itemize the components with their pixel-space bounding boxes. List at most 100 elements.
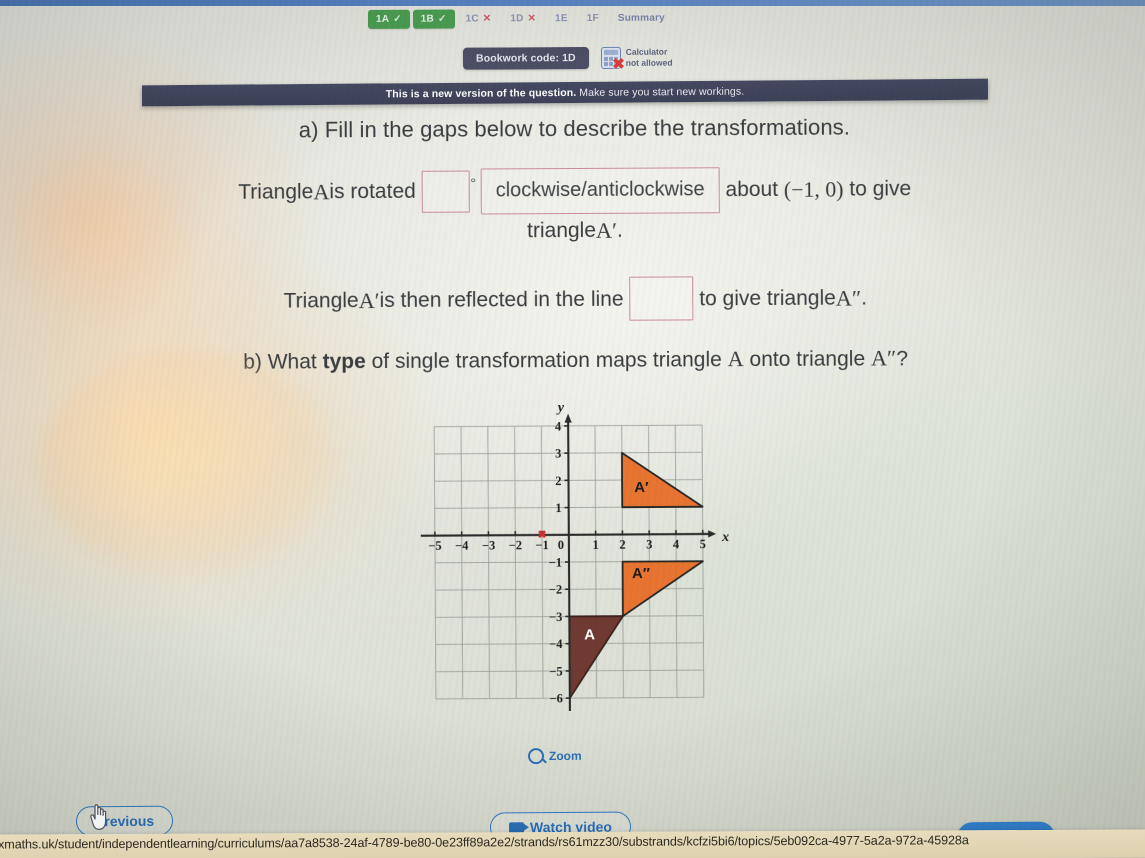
x-tick-label: −4 bbox=[455, 538, 469, 552]
x-tick-label: 5 bbox=[700, 537, 706, 551]
coordinate-grid-figure: −5 −4 −3 −2 −1 0 1 2 3 4 5 4 3 2 1 −1 −2 −3 −4 −5 −6 x y A A′ A″ ✖ bbox=[404, 402, 736, 722]
sentence1-mid: is rotated bbox=[329, 180, 416, 204]
triangle-a-ref: A bbox=[313, 179, 330, 205]
y-tick-label: 2 bbox=[555, 474, 561, 488]
part-b-bold: type bbox=[322, 350, 366, 374]
part-b-end: ? bbox=[896, 347, 909, 371]
calculator-icon: ✖ bbox=[600, 46, 625, 73]
x-tick-label: 3 bbox=[646, 537, 652, 551]
x-axis-label: x bbox=[721, 530, 729, 545]
y-tick-label: −3 bbox=[549, 610, 562, 624]
sentence1-line2-pre: triangle bbox=[527, 218, 597, 243]
previous-button[interactable]: Previous bbox=[75, 805, 174, 837]
tab-summary[interactable]: Summary bbox=[610, 8, 673, 27]
sentence1-about: about bbox=[725, 178, 779, 202]
bookwork-code-badge: Bookwork code: 1D bbox=[462, 47, 589, 70]
sentence1-end: to give bbox=[849, 177, 912, 201]
part-a-sentence-2: Triangle A′ is then reflected in the lin… bbox=[130, 275, 1020, 324]
y-tick-label: −2 bbox=[549, 583, 562, 597]
tab-summary-label: Summary bbox=[617, 12, 665, 24]
calculator-label-line2: not allowed bbox=[625, 57, 673, 68]
tab-1b[interactable]: 1B ✓ bbox=[412, 9, 455, 29]
tab-1c[interactable]: 1C ✕ bbox=[458, 9, 500, 28]
tab-1f[interactable]: 1F bbox=[579, 8, 607, 27]
mirror-line-input[interactable] bbox=[629, 276, 694, 322]
x-tick-label: 2 bbox=[619, 537, 625, 551]
marker-rotation-centre: ✖ bbox=[537, 529, 546, 541]
y-tick-label: −1 bbox=[549, 556, 562, 570]
rotation-degrees-input[interactable] bbox=[421, 170, 470, 213]
part-a-prompt: a) Fill in the gaps below to describe th… bbox=[298, 114, 851, 143]
banner-bold-text: This is a new version of the question. bbox=[385, 86, 577, 100]
banner-rest-text: Make sure you start new workings. bbox=[576, 85, 745, 99]
x-tick-label: 4 bbox=[673, 537, 680, 551]
sentence1-line2-end: . bbox=[616, 218, 623, 242]
y-tick-label: 3 bbox=[555, 447, 561, 461]
tab-1c-label: 1C bbox=[465, 12, 479, 24]
x-axis bbox=[420, 532, 713, 537]
sentence1-pre: Triangle bbox=[238, 180, 314, 205]
shape-label-A-prime: A′ bbox=[634, 479, 649, 496]
y-axis-label: y bbox=[556, 402, 565, 416]
zoom-label: Zoom bbox=[548, 748, 582, 764]
x-tick-label: 0 bbox=[558, 538, 564, 552]
triangle-a-double-prime-ref: A″ bbox=[835, 285, 862, 311]
part-b-pre: b) What bbox=[243, 350, 323, 375]
browser-url-text: rxmaths.uk/student/independentlearning/c… bbox=[0, 833, 969, 852]
tab-1d-label: 1D bbox=[510, 12, 524, 24]
rotation-centre-coords: (−1, 0) bbox=[783, 177, 844, 202]
shape-label-A: A bbox=[584, 626, 595, 643]
browser-url-bar[interactable]: rxmaths.uk/student/independentlearning/c… bbox=[0, 829, 1145, 858]
part-b-mid: of single transformation maps triangle bbox=[365, 348, 728, 374]
y-tick-label: −5 bbox=[549, 664, 562, 678]
calculator-label: Calculator not allowed bbox=[626, 47, 673, 68]
y-axis bbox=[567, 417, 571, 712]
x-axis-arrow bbox=[708, 530, 717, 538]
check-icon: ✓ bbox=[437, 13, 447, 25]
y-tick-label: −4 bbox=[549, 637, 563, 651]
part-b-triangle-a-double-prime: A″ bbox=[870, 345, 897, 371]
cross-icon: ✕ bbox=[482, 12, 492, 24]
question-body: a) Fill in the gaps below to describe th… bbox=[129, 114, 1020, 376]
y-tick-label: −6 bbox=[549, 692, 562, 706]
magnifier-icon bbox=[527, 748, 545, 765]
coordinate-grid-svg: −5 −4 −3 −2 −1 0 1 2 3 4 54321−1−2−3−4−5−6xyAA′A″✖ bbox=[420, 402, 729, 712]
degree-symbol: ° bbox=[470, 174, 476, 190]
screenshot-root: 1A ✓ 1B ✓ 1C ✕ 1D ✕ 1E 1F Summary Bookwo… bbox=[0, 0, 1145, 858]
part-b-mid2: onto triangle bbox=[743, 347, 872, 372]
cross-icon: ✕ bbox=[527, 12, 537, 24]
bookwork-row: Bookwork code: 1D ✖ Calculator not allow… bbox=[462, 43, 723, 73]
check-icon: ✓ bbox=[393, 13, 402, 25]
shape-label-A-double-prime: A″ bbox=[632, 565, 650, 582]
previous-button-label: Previous bbox=[94, 812, 155, 830]
tab-1e-label: 1E bbox=[555, 12, 568, 24]
y-tick-label: 4 bbox=[555, 419, 562, 433]
tab-1d[interactable]: 1D ✕ bbox=[502, 9, 544, 28]
x-tick-label: −3 bbox=[482, 538, 495, 552]
y-axis-arrow bbox=[564, 413, 572, 423]
y-tick-label: 1 bbox=[555, 501, 561, 515]
sentence2-pre: Triangle bbox=[283, 288, 359, 313]
part-a-sentence-1: Triangle A is rotated ° clockwise/anticl… bbox=[130, 166, 1020, 250]
tab-1f-label: 1F bbox=[586, 12, 599, 24]
not-allowed-cross-icon: ✖ bbox=[612, 55, 625, 73]
calculator-status: ✖ Calculator not allowed bbox=[600, 46, 673, 73]
zoom-button[interactable]: Zoom bbox=[527, 748, 582, 765]
tab-1b-label: 1B bbox=[420, 13, 434, 25]
calculator-screen bbox=[603, 49, 618, 55]
tab-1a[interactable]: 1A ✓ bbox=[367, 9, 410, 29]
triangle-a-prime-ref-2: A′ bbox=[358, 287, 380, 313]
sentence2-end-pre: to give triangle bbox=[699, 286, 836, 310]
video-camera-icon bbox=[508, 821, 525, 833]
question-tab-bar[interactable]: 1A ✓ 1B ✓ 1C ✕ 1D ✕ 1E 1F Summary bbox=[367, 5, 788, 31]
tab-1e[interactable]: 1E bbox=[547, 9, 576, 28]
tab-1a-label: 1A bbox=[375, 13, 390, 25]
sentence2-end-dot: . bbox=[861, 286, 868, 310]
x-tick-label: 1 bbox=[593, 538, 599, 552]
sentence-1-line-2: triangle A′. bbox=[130, 212, 1020, 250]
new-version-banner-text: This is a new version of the question. M… bbox=[386, 85, 744, 100]
rotation-direction-choice[interactable]: clockwise/anticlockwise bbox=[480, 167, 720, 215]
part-b-prompt: b) What type of single transformation ma… bbox=[131, 345, 1021, 376]
sentence-1-line-1: Triangle A is rotated ° clockwise/anticl… bbox=[130, 166, 1020, 217]
x-tick-label: −5 bbox=[428, 539, 441, 553]
